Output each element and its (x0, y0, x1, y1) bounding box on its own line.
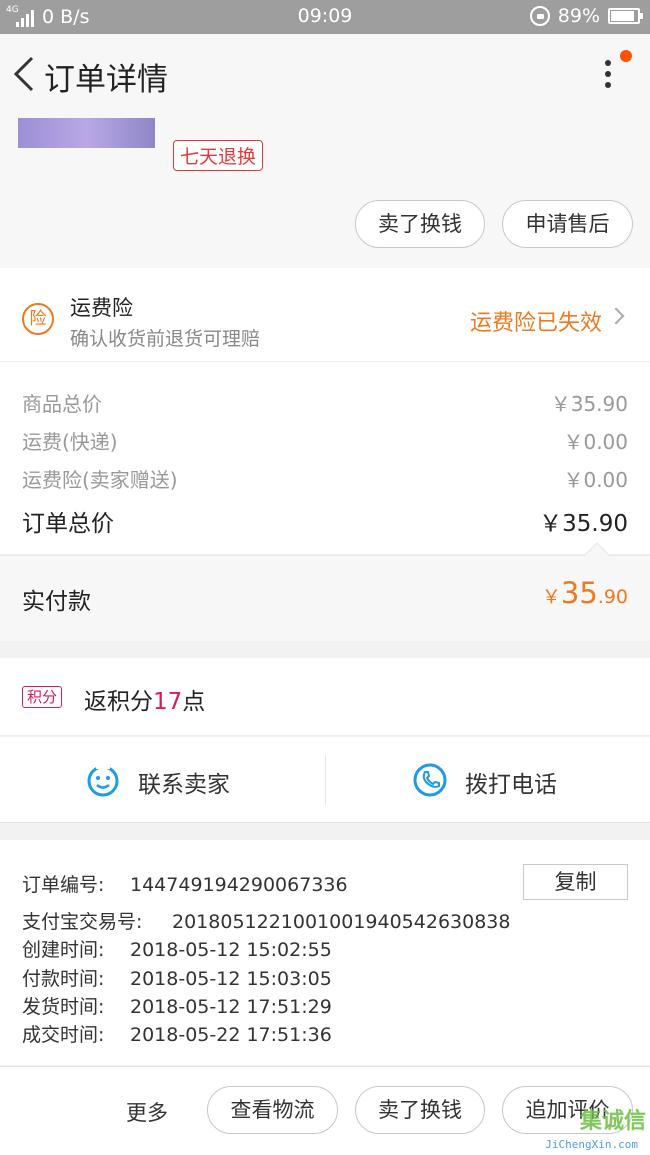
view-logistics-button[interactable]: 查看物流 (207, 1086, 338, 1134)
completed-time: 成交时间: 2018-05-22 17:51:36 (22, 1024, 332, 1046)
shipping-insurance-row[interactable]: 险 运费险 确认收货前退货可理赔 运费险已失效 (0, 268, 650, 362)
after-sales-button[interactable]: 申请售后 (502, 200, 633, 248)
shipped-time: 发货时间: 2018-05-12 17:51:29 (22, 996, 332, 1018)
actual-payment-value: ￥35.90 (541, 576, 628, 610)
rotation-lock-icon (529, 6, 550, 26)
insurance-title: 运费险 (70, 296, 133, 320)
order-info-section: 订单编号: 144749194290067336 复制 支付宝交易号: 201805… (0, 840, 650, 1065)
phone-icon (413, 763, 447, 797)
order-total-row: 订单总价 ￥35.90 (22, 511, 628, 537)
chevron-right-icon (607, 307, 625, 325)
product-section: 七天退换 卖了换钱 申请售后 (0, 118, 650, 268)
sell-for-cash-button-bottom[interactable]: 卖了换钱 (355, 1086, 485, 1134)
product-thumbnail[interactable] (18, 118, 155, 148)
more-link[interactable]: 更多 (126, 1097, 168, 1127)
alipay-trade-number: 支付宝交易号: 2018051221001001940542630838 (22, 911, 511, 933)
call-phone-button[interactable]: 拨打电话 (326, 737, 650, 823)
chat-face-icon (87, 763, 119, 797)
watermark-logo: 集诚信 (579, 1109, 646, 1134)
seven-day-return-tag: 七天退换 (173, 140, 264, 171)
nav-bar: 订单详情 (0, 34, 650, 118)
points-text: 返积分17点 (84, 689, 206, 715)
paid-time: 付款时间: 2018-05-12 15:03:05 (22, 968, 332, 990)
notification-dot (620, 50, 632, 62)
battery-percent: 89% (557, 5, 600, 27)
points-row: 积分 返积分17点 (0, 658, 650, 736)
status-bar: 4G 0 B/s 09:09 89% (0, 0, 650, 34)
contact-seller-button[interactable]: 联系卖家 (0, 737, 325, 823)
order-number: 订单编号: 144749194290067336 (22, 874, 348, 896)
created-time: 创建时间: 2018-05-12 15:02:55 (22, 939, 332, 961)
back-arrow-icon[interactable] (10, 54, 40, 94)
battery-icon (608, 8, 643, 24)
price-row: 运费险(卖家赠送) ￥0.00 (22, 468, 628, 492)
insurance-icon: 险 (22, 303, 54, 335)
contact-bar: 联系卖家 拨打电话 (0, 737, 650, 823)
price-row: 商品总价 ￥35.90 (22, 392, 628, 416)
price-row: 运费(快递) ￥0.00 (22, 430, 628, 454)
insurance-subtitle: 确认收货前退货可理赔 (70, 328, 261, 350)
bottom-action-bar: 更多 查看物流 卖了换钱 追加评价 集诚信 JiChengXin.com (0, 1066, 650, 1155)
more-menu-icon[interactable] (596, 50, 632, 96)
price-breakdown: 商品总价 ￥35.90 运费(快递) ￥0.00 运费险(卖家赠送) ￥0.00 订单… (0, 362, 650, 554)
actual-payment-label: 实付款 (22, 589, 91, 615)
sell-for-cash-button[interactable]: 卖了换钱 (355, 200, 485, 248)
watermark: 集诚信 JiChengXin.com (526, 1103, 646, 1151)
actual-payment-row: 实付款 ￥35.90 (0, 542, 650, 641)
copy-button[interactable]: 复制 (523, 864, 628, 900)
points-badge: 积分 (22, 686, 63, 708)
insurance-status[interactable]: 运费险已失效 (470, 305, 602, 337)
page-title: 订单详情 (44, 62, 168, 98)
watermark-url: JiChengXin.com (545, 1138, 638, 1151)
